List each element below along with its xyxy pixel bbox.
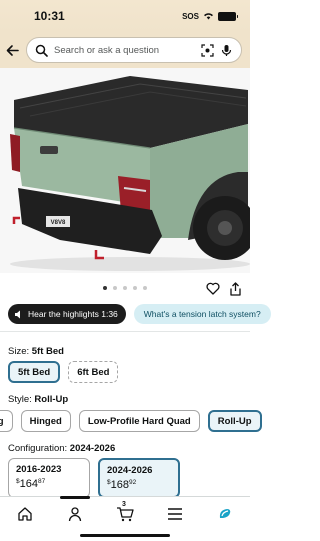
size-label-text: Size: <box>8 346 30 357</box>
heart-icon[interactable] <box>206 282 220 295</box>
style-label-text: Style: <box>8 394 32 405</box>
style-label: Style: Roll-Up <box>8 394 68 405</box>
size-selected-value: 5ft Bed <box>31 346 64 357</box>
search-header: Search or ask a question <box>0 32 250 68</box>
audio-play-icon <box>15 310 20 318</box>
hear-highlights-label: Hear the highlights 1:36 <box>28 309 118 319</box>
price-whole: 164 <box>19 478 38 490</box>
configuration-label: Configuration: 2024-2026 <box>8 443 115 454</box>
home-icon <box>18 507 32 521</box>
size-options: 5ft Bed 6ft Bed <box>8 361 119 383</box>
style-option-roll-up[interactable]: Roll-Up <box>207 410 262 432</box>
wifi-icon <box>204 13 213 20</box>
section-divider <box>0 331 250 332</box>
price-cents: 87 <box>37 478 46 485</box>
configuration-options: 2016-2023 $16487 2024-2026 $16892 <box>8 458 180 498</box>
config-option-2024-2026[interactable]: 2024-2026 $16892 <box>98 458 180 498</box>
style-option-hinged[interactable]: Hinged <box>20 410 71 432</box>
price-cents: 92 <box>128 479 137 486</box>
style-option-low-profile[interactable]: Low-Profile Hard Quad <box>78 410 200 432</box>
back-button[interactable] <box>4 42 20 58</box>
config-option-title: 2016-2023 <box>16 464 62 475</box>
battery-icon <box>218 11 238 21</box>
home-indicator <box>80 534 170 537</box>
search-icon <box>35 44 48 57</box>
size-option-6ft[interactable]: 6ft Bed <box>68 361 119 383</box>
tab-menu[interactable] <box>164 505 186 523</box>
config-option-price: $16487 <box>16 478 82 490</box>
share-icon[interactable] <box>229 282 242 296</box>
gallery-dot[interactable] <box>113 286 117 290</box>
highlights-row: Hear the highlights 1:36 What's a tensio… <box>8 304 271 324</box>
tab-rufus[interactable] <box>214 505 236 523</box>
person-icon <box>68 507 82 522</box>
status-time: 10:31 <box>34 9 65 23</box>
sos-indicator: SOS <box>182 11 199 21</box>
price-whole: 168 <box>110 479 129 491</box>
product-image[interactable]: V8V8 <box>0 68 250 273</box>
rufus-assistant-icon <box>219 509 231 518</box>
cart-count-badge: 3 <box>122 501 126 508</box>
gallery-dot[interactable] <box>123 286 127 290</box>
configuration-selected-value: 2024-2026 <box>69 443 116 454</box>
status-bar: 10:31 SOS <box>0 0 250 32</box>
gallery-dot[interactable] <box>103 286 107 290</box>
plate-text: V8V8 <box>51 220 66 226</box>
style-option-partial[interactable]: ng <box>0 410 13 432</box>
style-selected-value: Roll-Up <box>34 394 69 405</box>
camera-scan-icon[interactable] <box>201 43 214 57</box>
menu-icon <box>168 508 182 520</box>
search-input[interactable]: Search or ask a question <box>26 37 242 63</box>
configuration-label-text: Configuration: <box>8 443 68 454</box>
size-label: Size: 5ft Bed <box>8 346 64 357</box>
status-indicators: SOS <box>182 11 238 21</box>
cart-icon <box>117 507 134 522</box>
question-chip[interactable]: What's a tension latch system? <box>133 304 271 324</box>
config-option-2016-2023[interactable]: 2016-2023 $16487 <box>8 458 90 498</box>
size-option-5ft[interactable]: 5ft Bed <box>8 361 61 383</box>
tab-cart[interactable]: 3 <box>114 501 136 523</box>
tab-profile[interactable] <box>60 496 90 523</box>
style-options: ng Hinged Low-Profile Hard Quad Roll-Up <box>0 410 262 432</box>
gallery-dot[interactable] <box>133 286 137 290</box>
truck-illustration: V8V8 <box>0 68 250 273</box>
back-arrow-icon <box>6 44 19 56</box>
config-option-price: $16892 <box>107 479 171 491</box>
question-chip-label: What's a tension latch system? <box>143 309 261 319</box>
search-placeholder: Search or ask a question <box>54 44 160 56</box>
tab-home[interactable] <box>14 505 36 523</box>
gallery-dot[interactable] <box>143 286 147 290</box>
hear-highlights-button[interactable]: Hear the highlights 1:36 <box>8 304 126 324</box>
microphone-icon[interactable] <box>220 44 233 57</box>
config-option-title: 2024-2026 <box>107 465 153 476</box>
